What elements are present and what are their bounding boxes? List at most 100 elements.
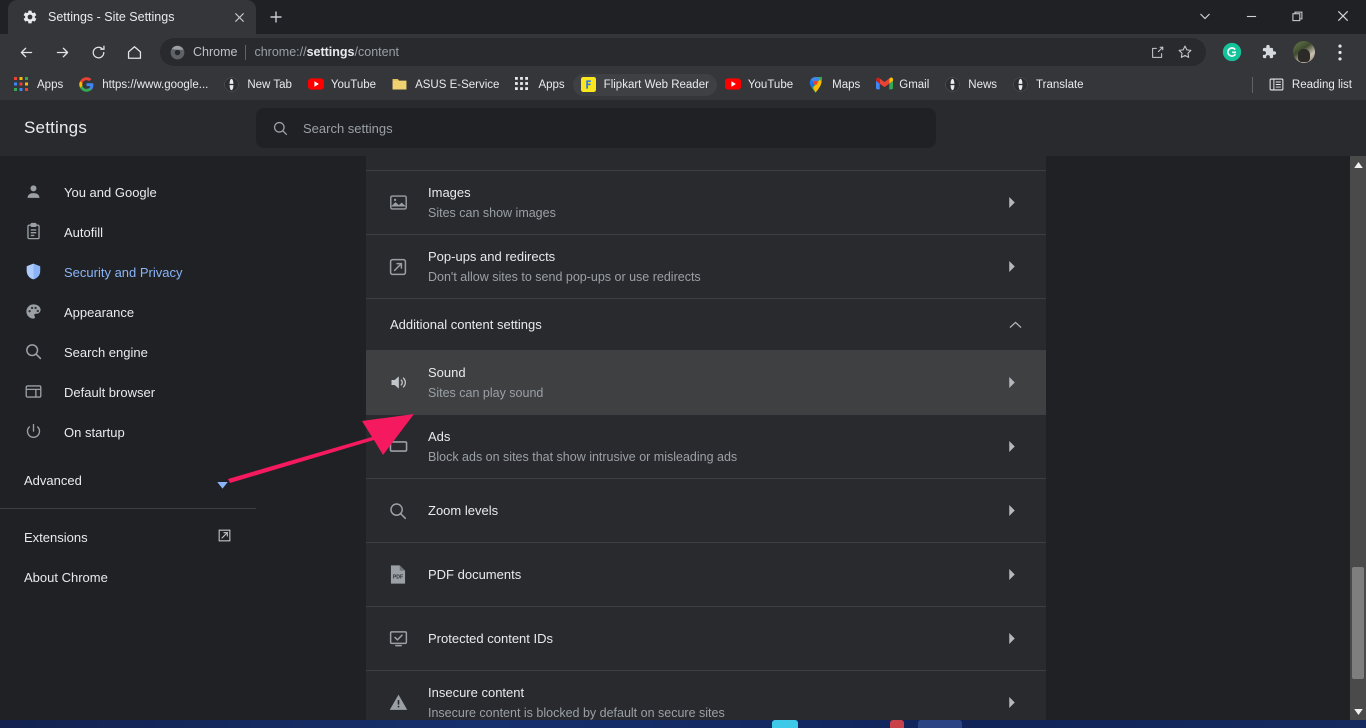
- share-icon[interactable]: [1144, 39, 1170, 65]
- sidebar-item-default-browser[interactable]: Default browser: [0, 372, 256, 412]
- content-row-zoom-levels[interactable]: Zoom levels: [366, 478, 1046, 542]
- close-window-button[interactable]: [1320, 0, 1366, 32]
- content-row-popups-and-redirects[interactable]: Pop-ups and redirects Don't allow sites …: [366, 234, 1046, 298]
- minimize-button[interactable]: [1228, 0, 1274, 32]
- search-placeholder: Search settings: [303, 120, 393, 136]
- tab-search-icon[interactable]: [1182, 0, 1228, 32]
- browser-toolbar: Chrome chrome://settings/content: [0, 34, 1366, 70]
- bookmark-new-tab[interactable]: New Tab: [216, 74, 300, 96]
- palette-icon: [24, 302, 44, 322]
- scrollbar-track[interactable]: [1350, 173, 1366, 703]
- tab-title: Settings - Site Settings: [48, 10, 175, 24]
- chevron-right-icon: [1002, 377, 1022, 388]
- bookmark-youtube-2[interactable]: YouTube: [717, 74, 801, 96]
- section-header-label: Additional content settings: [390, 317, 542, 332]
- omnibox-divider: [245, 44, 247, 60]
- chevron-right-icon: [1002, 569, 1022, 580]
- bookmark-label: Gmail: [899, 79, 930, 91]
- sidebar-item-autofill[interactable]: Autofill: [0, 212, 256, 252]
- content-row-subtitle: Don't allow sites to send pop-ups or use…: [428, 269, 701, 284]
- forward-arrow-icon[interactable]: [47, 37, 77, 67]
- bookmark-apps-2[interactable]: Apps: [507, 74, 572, 96]
- three-dot-menu-icon[interactable]: [1325, 37, 1355, 67]
- bookmark-google[interactable]: https://www.google...: [71, 74, 216, 96]
- sidebar-item-label: Autofill: [64, 224, 104, 240]
- taskbar-app-1[interactable]: [772, 720, 798, 728]
- home-icon[interactable]: [119, 37, 149, 67]
- grammarly-icon[interactable]: [1217, 37, 1247, 67]
- omnibox-chrome-label: Chrome: [193, 45, 238, 59]
- bookmark-gmail[interactable]: Gmail: [868, 74, 937, 96]
- content-row-text: Ads Block ads on sites that show intrusi…: [428, 416, 1002, 478]
- chevron-right-icon: [1002, 505, 1022, 516]
- content-row-sound[interactable]: Sound Sites can play sound: [366, 350, 1046, 414]
- bookmark-label: Translate: [1036, 79, 1084, 91]
- chevron-right-icon: [1002, 633, 1022, 644]
- image-icon: [386, 191, 410, 215]
- sidebar-item-appearance[interactable]: Appearance: [0, 292, 256, 332]
- tab-strip: Settings - Site Settings: [0, 0, 1366, 34]
- bookmark-label: ASUS E-Service: [415, 79, 500, 91]
- gear-icon: [22, 9, 38, 25]
- sidebar-item-advanced[interactable]: Advanced: [0, 460, 256, 500]
- reload-icon[interactable]: [83, 37, 113, 67]
- scrollbar-thumb[interactable]: [1352, 567, 1364, 679]
- maximize-button[interactable]: [1274, 0, 1320, 32]
- reading-list-button[interactable]: Reading list: [1261, 74, 1360, 96]
- sidebar-item-label: Search engine: [64, 344, 148, 360]
- sidebar-item-you-and-google[interactable]: You and Google: [0, 172, 256, 212]
- shield-icon: [24, 262, 44, 282]
- sidebar-item-about-chrome[interactable]: About Chrome: [0, 557, 256, 597]
- bookmark-label: Apps: [37, 79, 64, 91]
- search-icon: [24, 342, 44, 362]
- taskbar-app-2[interactable]: [890, 720, 904, 728]
- chevron-right-icon: [1002, 261, 1022, 272]
- content-row-insecure-content[interactable]: Insecure content Insecure content is blo…: [366, 670, 1046, 720]
- chevron-right-icon: [1002, 697, 1022, 708]
- bookmark-asus-e-service[interactable]: ASUS E-Service: [384, 74, 507, 96]
- close-icon[interactable]: [230, 8, 248, 26]
- content-row-protected-content-ids[interactable]: Protected content IDs: [366, 606, 1046, 670]
- bookmark-label: News: [968, 79, 998, 91]
- scroll-up-button[interactable]: [1350, 156, 1366, 173]
- bookmark-news[interactable]: News: [937, 74, 1005, 96]
- content-row-images[interactable]: Images Sites can show images: [366, 170, 1046, 234]
- content-row-text: Protected content IDs: [428, 618, 1002, 660]
- clipboard-icon: [24, 222, 44, 242]
- sidebar-item-extensions[interactable]: Extensions: [0, 517, 256, 557]
- external-link-icon: [386, 255, 410, 279]
- omnibox-url: chrome://settings/content: [254, 45, 399, 59]
- back-arrow-icon[interactable]: [11, 37, 41, 67]
- content-row-ads[interactable]: Ads Block ads on sites that show intrusi…: [366, 414, 1046, 478]
- content-row-title: PDF documents: [428, 566, 522, 582]
- bookmark-translate[interactable]: Translate: [1005, 74, 1092, 96]
- bookmark-label: YouTube: [747, 79, 794, 91]
- sidebar-item-on-startup[interactable]: On startup: [0, 412, 256, 452]
- star-icon[interactable]: [1172, 39, 1198, 65]
- new-tab-button[interactable]: [262, 3, 290, 31]
- bookmark-apps-1[interactable]: Apps: [6, 74, 71, 96]
- sidebar-advanced-label: Advanced: [24, 472, 82, 488]
- sidebar-item-security-and-privacy[interactable]: Security and Privacy: [0, 252, 256, 292]
- section-header-additional-content-settings[interactable]: Additional content settings: [366, 298, 1046, 350]
- content-row-pdf-documents[interactable]: PDF PDF documents: [366, 542, 1046, 606]
- search-icon: [272, 120, 289, 137]
- search-settings-input[interactable]: Search settings: [256, 108, 936, 148]
- content-row-title: Sound: [428, 364, 466, 380]
- sidebar-item-search-engine[interactable]: Search engine: [0, 332, 256, 372]
- puzzle-piece-icon[interactable]: [1253, 37, 1283, 67]
- address-bar[interactable]: Chrome chrome://settings/content: [160, 38, 1206, 66]
- browser-tab-settings[interactable]: Settings - Site Settings: [8, 0, 256, 34]
- scroll-down-button[interactable]: [1350, 703, 1366, 720]
- avatar[interactable]: [1289, 37, 1319, 67]
- bookmark-youtube-1[interactable]: YouTube: [300, 74, 384, 96]
- taskbar-app-3[interactable]: [918, 720, 962, 728]
- bookmark-maps[interactable]: Maps: [801, 71, 868, 96]
- bookmark-label: Flipkart Web Reader: [603, 79, 709, 91]
- power-icon: [24, 422, 44, 442]
- bookmark-label: Maps: [832, 79, 861, 91]
- content-row-title: Insecure content: [428, 684, 525, 700]
- page-scrollbar[interactable]: [1350, 156, 1366, 720]
- bookmark-flipkart-web-reader[interactable]: Flipkart Web Reader: [572, 74, 717, 96]
- person-icon: [24, 182, 44, 202]
